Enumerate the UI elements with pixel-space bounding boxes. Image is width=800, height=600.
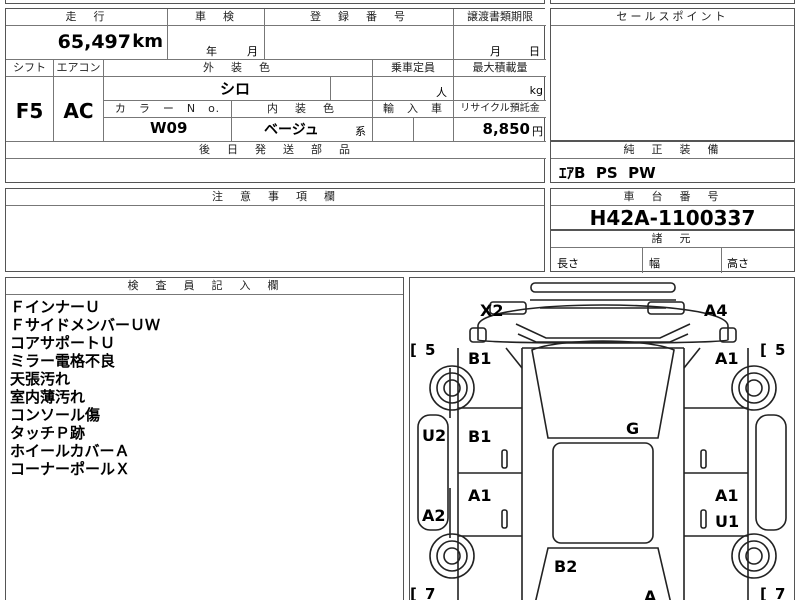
exterior-color-cell: 外 装 色 シロ (104, 60, 373, 101)
exterior-color-value: シロ (220, 80, 251, 98)
transfer-month-unit: 月 (490, 45, 501, 58)
capacity-header: 乗車定員 (373, 60, 453, 77)
caution-box: 注 意 事 項 欄 (5, 188, 545, 272)
tire-label-rear-left: 7 (425, 585, 435, 600)
chassis-number-header: 車 台 番 号 (551, 189, 794, 206)
recycle-deposit-cell: リサイクル預託金 8,850 円 (454, 101, 546, 142)
tire-label-front-left: 5 (425, 341, 435, 359)
shift-cell: シフト F5 (6, 60, 54, 142)
note-line: ＦサイドメンバーＵＷ (10, 316, 161, 334)
caution-header: 注 意 事 項 欄 (6, 189, 544, 206)
top-strip-right (550, 0, 795, 4)
dimension-length-label: 長さ (557, 257, 579, 270)
interior-color-suffix: 系 (355, 125, 366, 138)
inspection-year-unit: 年 (206, 45, 217, 58)
max-load-cell: 最大積載量 kg (454, 60, 546, 101)
damage-mark: A1 (715, 486, 739, 505)
recycle-deposit-value: 8,850 (482, 120, 530, 138)
transfer-deadline-cell: 譲渡書類期限 月 日 (454, 9, 546, 60)
note-line: ミラー電格不良 (10, 352, 116, 370)
damage-mark: A1 (715, 349, 739, 368)
note-line: ホイールカバーＡ (10, 442, 130, 460)
inspection-header: 車 検 (168, 9, 264, 26)
interior-color-header: 内 装 色 (232, 101, 372, 118)
mileage-cell: 走 行 65,497 km (6, 9, 168, 60)
aircon-header: エアコン (54, 60, 103, 77)
mileage-unit: km (132, 31, 163, 52)
vehicle-info-table: 走 行 65,497 km 車 検 年 月 登 録 番 号 譲渡書類期限 月 日… (5, 8, 546, 184)
transfer-day-unit: 日 (529, 45, 540, 58)
registration-header: 登 録 番 号 (265, 9, 453, 26)
note-line: 天張汚れ (10, 370, 71, 388)
svg-text:[: [ (760, 585, 767, 600)
shipping-parts-cell: 後 日 発 送 部 品 (6, 142, 546, 184)
exterior-color-header: 外 装 色 (104, 60, 372, 77)
damage-mark: A4 (704, 301, 728, 320)
genuine-equipment-box: 純 正 装 備 ｴｱB PS PW (550, 141, 795, 183)
import-car-cell: 輸 入 車 (373, 101, 454, 142)
top-strip (5, 0, 545, 4)
recycle-deposit-unit: 円 (532, 125, 543, 138)
shipping-parts-header: 後 日 発 送 部 品 (6, 142, 546, 159)
recycle-deposit-header: リサイクル預託金 (454, 101, 546, 118)
damage-mark: X2 (480, 301, 503, 320)
car-diagram-box: [ 5 [ 5 [ 7 [ 7 X2 A4 B1 A1 B1 G U2 A1 A… (409, 277, 795, 600)
damage-mark: B1 (468, 427, 491, 446)
registration-cell: 登 録 番 号 (265, 9, 454, 60)
damage-mark: U1 (715, 512, 739, 531)
damage-mark: A (644, 587, 657, 600)
shift-header: シフト (6, 60, 53, 77)
dimension-width-label: 幅 (649, 257, 660, 270)
car-damage-diagram: [ 5 [ 5 [ 7 [ 7 X2 A4 B1 A1 B1 G U2 A1 A… (410, 282, 787, 600)
import-car-header: 輸 入 車 (373, 101, 453, 118)
note-line: コンソール傷 (10, 406, 101, 424)
shift-value: F5 (15, 99, 44, 123)
damage-mark: G (626, 419, 639, 438)
max-load-unit: kg (529, 84, 543, 97)
svg-text:[: [ (410, 341, 417, 359)
mileage-header: 走 行 (6, 9, 167, 26)
damage-mark: U2 (422, 426, 446, 445)
sales-point-box: セールスポイント (550, 8, 795, 141)
note-line: コアサポートＵ (10, 334, 116, 352)
dimension-height-label: 高さ (727, 257, 749, 270)
damage-mark: B2 (554, 557, 577, 576)
genuine-equipment-header: 純 正 装 備 (551, 142, 794, 159)
genuine-equipment-value: ｴｱB PS PW (559, 164, 656, 182)
aircon-cell: エアコン AC (54, 60, 104, 142)
color-no-value: W09 (150, 119, 188, 137)
capacity-cell: 乗車定員 人 (373, 60, 454, 101)
inspector-notes-box: 検 査 員 記 入 欄 ＦインナーＵ ＦサイドメンバーＵＷ コアサポートＵ ミラ… (5, 277, 404, 600)
chassis-number-value: H42A-1100337 (589, 206, 756, 230)
inspection-month-unit: 月 (247, 45, 258, 58)
capacity-unit: 人 (436, 86, 447, 99)
mileage-value: 65,497 (57, 31, 131, 53)
dimensions-header: 諸 元 (551, 231, 794, 248)
aircon-value: AC (63, 99, 94, 123)
note-line: 室内薄汚れ (10, 388, 86, 406)
inspector-notes-list: ＦインナーＵ ＦサイドメンバーＵＷ コアサポートＵ ミラー電格不良 天張汚れ 室… (6, 295, 403, 478)
damage-mark: B1 (468, 349, 491, 368)
sales-point-header: セールスポイント (551, 9, 794, 26)
inspection-cell: 車 検 年 月 (168, 9, 265, 60)
svg-text:[: [ (760, 341, 767, 359)
damage-mark: A1 (468, 486, 492, 505)
interior-color-cell: 内 装 色 ベージュ 系 (232, 101, 373, 142)
note-line: ＦインナーＵ (10, 298, 101, 316)
dimensions-box: 諸 元 長さ 幅 高さ (550, 230, 795, 273)
max-load-header: 最大積載量 (454, 60, 546, 77)
color-no-header: カ ラ ー N o. (104, 101, 231, 118)
chassis-number-box: 車 台 番 号 H42A-1100337 (550, 188, 795, 230)
svg-text:[: [ (410, 585, 417, 600)
interior-color-value: ベージュ (264, 122, 319, 138)
color-no-cell: カ ラ ー N o. W09 (104, 101, 232, 142)
damage-mark: A2 (422, 506, 446, 525)
tire-label-rear-right: 7 (775, 585, 785, 600)
inspector-notes-header: 検 査 員 記 入 欄 (6, 278, 403, 295)
note-line: タッチＰ跡 (10, 424, 86, 442)
note-line: コーナーポールＸ (10, 460, 131, 478)
transfer-deadline-header: 譲渡書類期限 (454, 9, 546, 26)
tire-label-front-right: 5 (775, 341, 785, 359)
